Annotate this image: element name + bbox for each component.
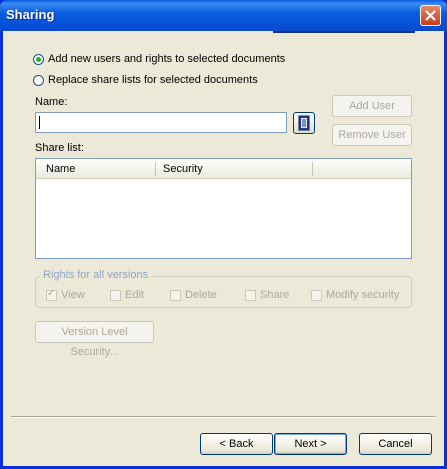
column-header-name[interactable]: Name	[46, 163, 75, 175]
delete-checkbox[interactable]	[170, 289, 181, 301]
edit-checkbox[interactable]	[110, 289, 121, 301]
next-button[interactable]: Next >	[274, 433, 347, 455]
view-checkbox[interactable]	[46, 288, 57, 301]
share-list-header: Name Security	[36, 159, 411, 179]
option-add-new[interactable]: Add new users and rights to selected doc…	[33, 53, 285, 65]
share-list-label: Share list:	[35, 142, 84, 154]
title-bar: Sharing	[0, 0, 447, 31]
share-label: Share	[260, 289, 290, 301]
option-replace-label: Replace share lists for selected documen…	[48, 74, 258, 86]
option-replace[interactable]: Replace share lists for selected documen…	[33, 74, 258, 86]
dialog-body: Add new users and rights to selected doc…	[3, 31, 444, 466]
radio-add-new[interactable]	[33, 53, 44, 65]
name-input[interactable]	[35, 112, 287, 133]
cancel-button[interactable]: Cancel	[359, 433, 432, 455]
rights-delete[interactable]: Delete	[170, 289, 217, 301]
rights-view[interactable]: View	[46, 288, 85, 301]
option-add-new-label: Add new users and rights to selected doc…	[48, 53, 286, 65]
rights-modify-security[interactable]: Modify security	[311, 289, 399, 301]
back-button[interactable]: < Back	[200, 433, 273, 455]
view-label: View	[61, 289, 85, 301]
sharing-dialog: Sharing Add new users and rights to sele…	[0, 0, 447, 469]
close-icon	[425, 10, 436, 21]
header-line	[273, 31, 415, 33]
rights-group-title: Rights for all versions	[40, 269, 152, 281]
modify-security-label: Modify security	[326, 289, 400, 301]
close-button[interactable]	[420, 5, 441, 26]
share-list[interactable]: Name Security	[35, 158, 412, 259]
address-book-icon	[298, 115, 310, 131]
edit-label: Edit	[125, 289, 144, 301]
rights-share[interactable]: Share	[245, 289, 289, 301]
remove-user-button[interactable]: Remove User	[332, 124, 412, 146]
column-divider[interactable]	[312, 162, 313, 176]
footer-divider	[11, 416, 436, 418]
delete-label: Delete	[185, 289, 217, 301]
column-divider[interactable]	[155, 162, 156, 176]
column-header-security[interactable]: Security	[163, 163, 203, 175]
share-checkbox[interactable]	[245, 289, 256, 301]
modify-security-checkbox[interactable]	[311, 289, 322, 301]
version-level-security-button[interactable]: Version Level Security...	[35, 321, 154, 358]
address-book-button[interactable]	[293, 112, 315, 134]
rights-edit[interactable]: Edit	[110, 289, 144, 301]
name-label: Name:	[35, 96, 68, 108]
window-title: Sharing	[6, 7, 55, 22]
text-caret	[39, 116, 40, 129]
add-user-button[interactable]: Add User	[332, 95, 412, 117]
radio-replace[interactable]	[33, 74, 44, 86]
